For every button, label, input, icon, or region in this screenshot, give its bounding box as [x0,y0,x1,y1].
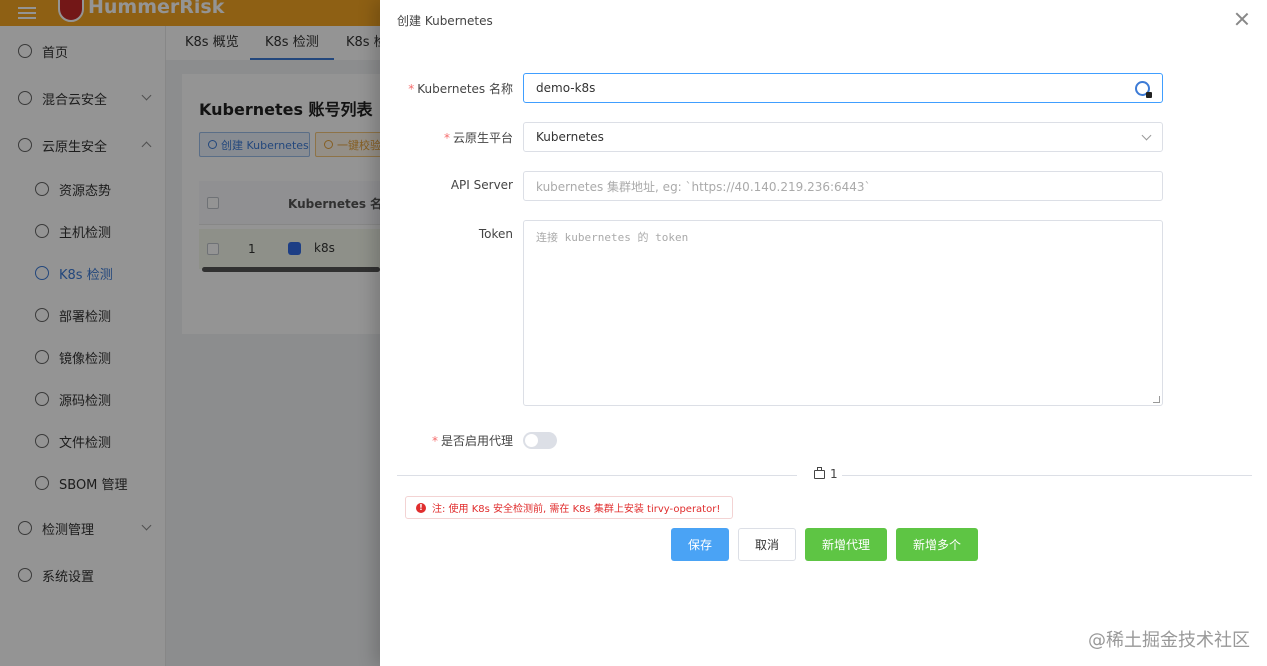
drawer-title: 创建 Kubernetes [397,14,493,28]
install-notice: ! 注: 使用 K8s 安全检测前, 需在 K8s 集群上安装 tirvy-op… [405,496,734,519]
token-textarea[interactable]: 连接 kubernetes 的 token [523,220,1163,406]
api-server-label: API Server [450,178,513,192]
close-icon[interactable] [1235,12,1249,26]
save-button[interactable]: 保存 [671,528,729,561]
resize-handle-icon[interactable] [1153,396,1160,403]
proxy-toggle[interactable] [523,432,557,449]
platform-select[interactable]: Kubernetes [523,122,1163,152]
password-manager-icon[interactable] [1135,81,1152,98]
add-multiple-button[interactable]: 新增多个 [896,528,978,561]
name-label: * Kubernetes 名称 [408,82,513,96]
platform-label: * 云原生平台 [443,131,513,145]
toggle-knob [525,434,538,447]
kubernetes-name-input[interactable]: demo-k8s [523,73,1163,103]
watermark: @稀土掘金技术社区 [1088,630,1250,651]
divider-left [397,475,797,476]
chevron-down-icon [1141,130,1152,141]
create-kubernetes-drawer: 创建 Kubernetes * Kubernetes 名称 demo-k8s * 云… [380,0,1267,666]
add-proxy-button[interactable]: 新增代理 [805,528,887,561]
cancel-button[interactable]: 取消 [738,528,796,561]
warning-icon: ! [416,502,426,513]
briefcase-icon [814,466,825,479]
token-label: Token [478,227,513,241]
proxy-label: * 是否启用代理 [431,434,513,448]
divider-counter: 1 [814,466,838,481]
api-server-input[interactable]: kubernetes 集群地址, eg: `https://40.140.219… [523,171,1163,201]
modal-overlay[interactable] [0,0,380,666]
divider-right [842,475,1252,476]
